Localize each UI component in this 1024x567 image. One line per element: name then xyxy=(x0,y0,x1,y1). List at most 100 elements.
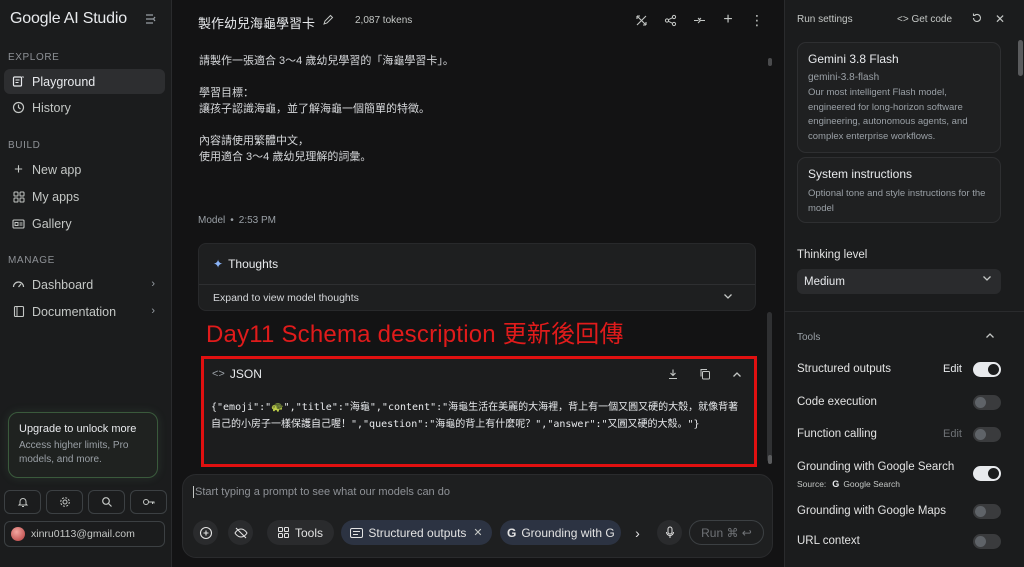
sidebar-item-label: Dashboard xyxy=(32,277,94,292)
thinking-level-label: Thinking level xyxy=(797,249,868,261)
reset-icon[interactable] xyxy=(971,12,983,26)
url-context-toggle[interactable] xyxy=(973,534,1001,549)
code-icon: <> xyxy=(897,14,909,25)
sidebar-item-documentation[interactable]: Documentation › xyxy=(4,299,165,324)
history-icon xyxy=(12,101,25,114)
upgrade-card[interactable]: Upgrade to unlock more Access higher lim… xyxy=(8,412,158,478)
sidebar-item-dashboard[interactable]: Dashboard › xyxy=(4,272,165,297)
edit-functions-button[interactable]: Edit xyxy=(943,428,962,440)
system-instructions-title: System instructions xyxy=(808,167,913,181)
collapse-sidebar-icon[interactable] xyxy=(145,13,157,25)
prompt-line: 請製作一張適合 3～4 歲幼兒學習的「海龜學習卡」。 xyxy=(199,55,454,67)
tool-label: Grounding with Google Maps xyxy=(797,505,946,517)
chips-scroll-right-button[interactable]: › xyxy=(625,520,650,545)
chevron-down-icon[interactable] xyxy=(723,293,733,300)
source-value[interactable]: Google Search xyxy=(843,479,900,489)
plus-circle-icon xyxy=(199,526,213,540)
eye-off-icon xyxy=(233,527,248,539)
sidebar-item-label: Playground xyxy=(32,74,96,89)
structured-outputs-toggle[interactable] xyxy=(973,362,1001,377)
grounding-maps-toggle[interactable] xyxy=(973,504,1001,519)
edit-title-icon[interactable] xyxy=(322,14,334,26)
branch-icon[interactable] xyxy=(691,12,707,28)
json-header: <> JSON xyxy=(212,367,262,381)
add-attachment-button[interactable] xyxy=(193,520,218,545)
plus-icon[interactable]: + xyxy=(720,11,736,28)
search-button[interactable] xyxy=(88,490,125,514)
download-icon[interactable] xyxy=(666,367,680,381)
prompt-line: 使用適合 3～4 歲幼兒理解的詞彙。 xyxy=(199,151,372,163)
prompt-line: 內容請使用繁體中文， xyxy=(199,135,309,147)
run-button[interactable]: Run ⌘ ↩ xyxy=(689,520,764,545)
documentation-icon xyxy=(12,305,25,318)
google-g-icon: G xyxy=(507,525,517,540)
function-calling-toggle[interactable] xyxy=(973,427,1001,442)
brand-logo[interactable]: Google AI Studio xyxy=(10,10,127,28)
close-icon[interactable]: ✕ xyxy=(473,526,482,539)
thinking-level-select[interactable]: Medium xyxy=(797,269,1001,294)
source-label: Source: xyxy=(797,479,827,489)
notifications-button[interactable] xyxy=(4,490,41,514)
bell-icon xyxy=(17,496,29,508)
compare-icon[interactable] xyxy=(633,12,649,28)
json-code: {"emoji":"🐢","title":"海龜","content":"海龜生… xyxy=(211,402,739,430)
page-title[interactable]: 製作幼兒海龜學習卡 xyxy=(198,13,315,32)
structured-outputs-chip[interactable]: Structured outputs ✕ xyxy=(341,520,492,545)
plus-icon: + xyxy=(14,161,23,178)
sidebar-item-new-app[interactable]: + New app xyxy=(4,157,165,182)
model-selector-card[interactable]: Gemini 3.8 Flash gemini-3.8-flash Our mo… xyxy=(797,42,1001,153)
tool-grounding-search: Grounding with Google Search xyxy=(797,458,1003,481)
tool-structured-outputs: Structured outputs Edit xyxy=(797,360,1003,382)
grounding-source: Source: G Google Search xyxy=(797,479,900,489)
chip-label: Structured outputs xyxy=(368,525,467,540)
run-settings-title: Run settings xyxy=(797,14,853,25)
get-code-button[interactable]: <> Get code xyxy=(897,14,952,25)
code-icon: <> xyxy=(212,368,225,380)
grounding-search-toggle[interactable] xyxy=(973,466,1001,481)
main-panel: 製作幼兒海龜學習卡 2,087 tokens + ⋮ 請製作一張適合 3～4 歲… xyxy=(173,0,783,567)
more-vert-icon[interactable]: ⋮ xyxy=(749,12,765,28)
sidebar-item-label: New app xyxy=(32,162,82,177)
tool-function-calling: Function calling Edit xyxy=(797,425,1003,447)
sidebar-item-my-apps[interactable]: My apps xyxy=(4,184,165,209)
account-email: xinru0113@gmail.com xyxy=(31,528,135,540)
scrollbar[interactable] xyxy=(767,312,772,462)
account-menu[interactable]: xinru0113@gmail.com xyxy=(4,521,165,547)
section-explore: EXPLORE xyxy=(8,52,60,63)
copy-icon[interactable] xyxy=(698,367,712,381)
json-actions xyxy=(666,367,744,381)
json-output-block: <> JSON {"emoji":"🐢","title":"海龜","conte… xyxy=(201,356,757,467)
sidebar-item-playground[interactable]: Playground xyxy=(4,69,165,94)
microphone-button[interactable] xyxy=(657,520,682,545)
apps-grid-icon xyxy=(12,190,25,203)
scrollbar-thumb[interactable] xyxy=(1018,40,1023,76)
tool-label: Structured outputs xyxy=(797,363,891,375)
sidebar-item-gallery[interactable]: Gallery xyxy=(4,211,165,236)
tools-chip[interactable]: Tools xyxy=(267,520,334,545)
toggle-thinking-button[interactable] xyxy=(228,520,253,545)
system-instructions-card[interactable]: System instructions Optional tone and st… xyxy=(797,157,1001,223)
chip-label: Grounding with G xyxy=(521,525,615,540)
apps-grid-icon xyxy=(277,527,289,538)
chevron-up-icon[interactable] xyxy=(730,367,744,381)
chevron-up-icon[interactable] xyxy=(985,332,995,339)
tool-label: Function calling xyxy=(797,428,877,440)
toggle-knob xyxy=(975,536,986,547)
api-key-button[interactable] xyxy=(130,490,167,514)
settings-button[interactable] xyxy=(46,490,83,514)
scrollbar-thumb[interactable] xyxy=(768,455,772,464)
chevron-right-icon: › xyxy=(151,278,155,290)
thoughts-panel[interactable]: ✦ Thoughts Expand to view model thoughts xyxy=(198,243,756,311)
grounding-chip[interactable]: G Grounding with G xyxy=(500,520,621,545)
sidebar-item-label: Gallery xyxy=(32,216,72,231)
code-execution-toggle[interactable] xyxy=(973,395,1001,410)
divider xyxy=(785,311,1024,312)
edit-schema-button[interactable]: Edit xyxy=(943,363,962,375)
prompt-input[interactable] xyxy=(193,486,753,498)
thoughts-title: Thoughts xyxy=(228,257,279,271)
prompt-line: 學習目標： xyxy=(199,87,254,99)
expand-thoughts-link[interactable]: Expand to view model thoughts xyxy=(213,292,359,304)
sidebar-item-history[interactable]: History xyxy=(4,95,165,120)
share-icon[interactable] xyxy=(662,12,678,28)
close-icon[interactable]: ✕ xyxy=(995,12,1005,26)
